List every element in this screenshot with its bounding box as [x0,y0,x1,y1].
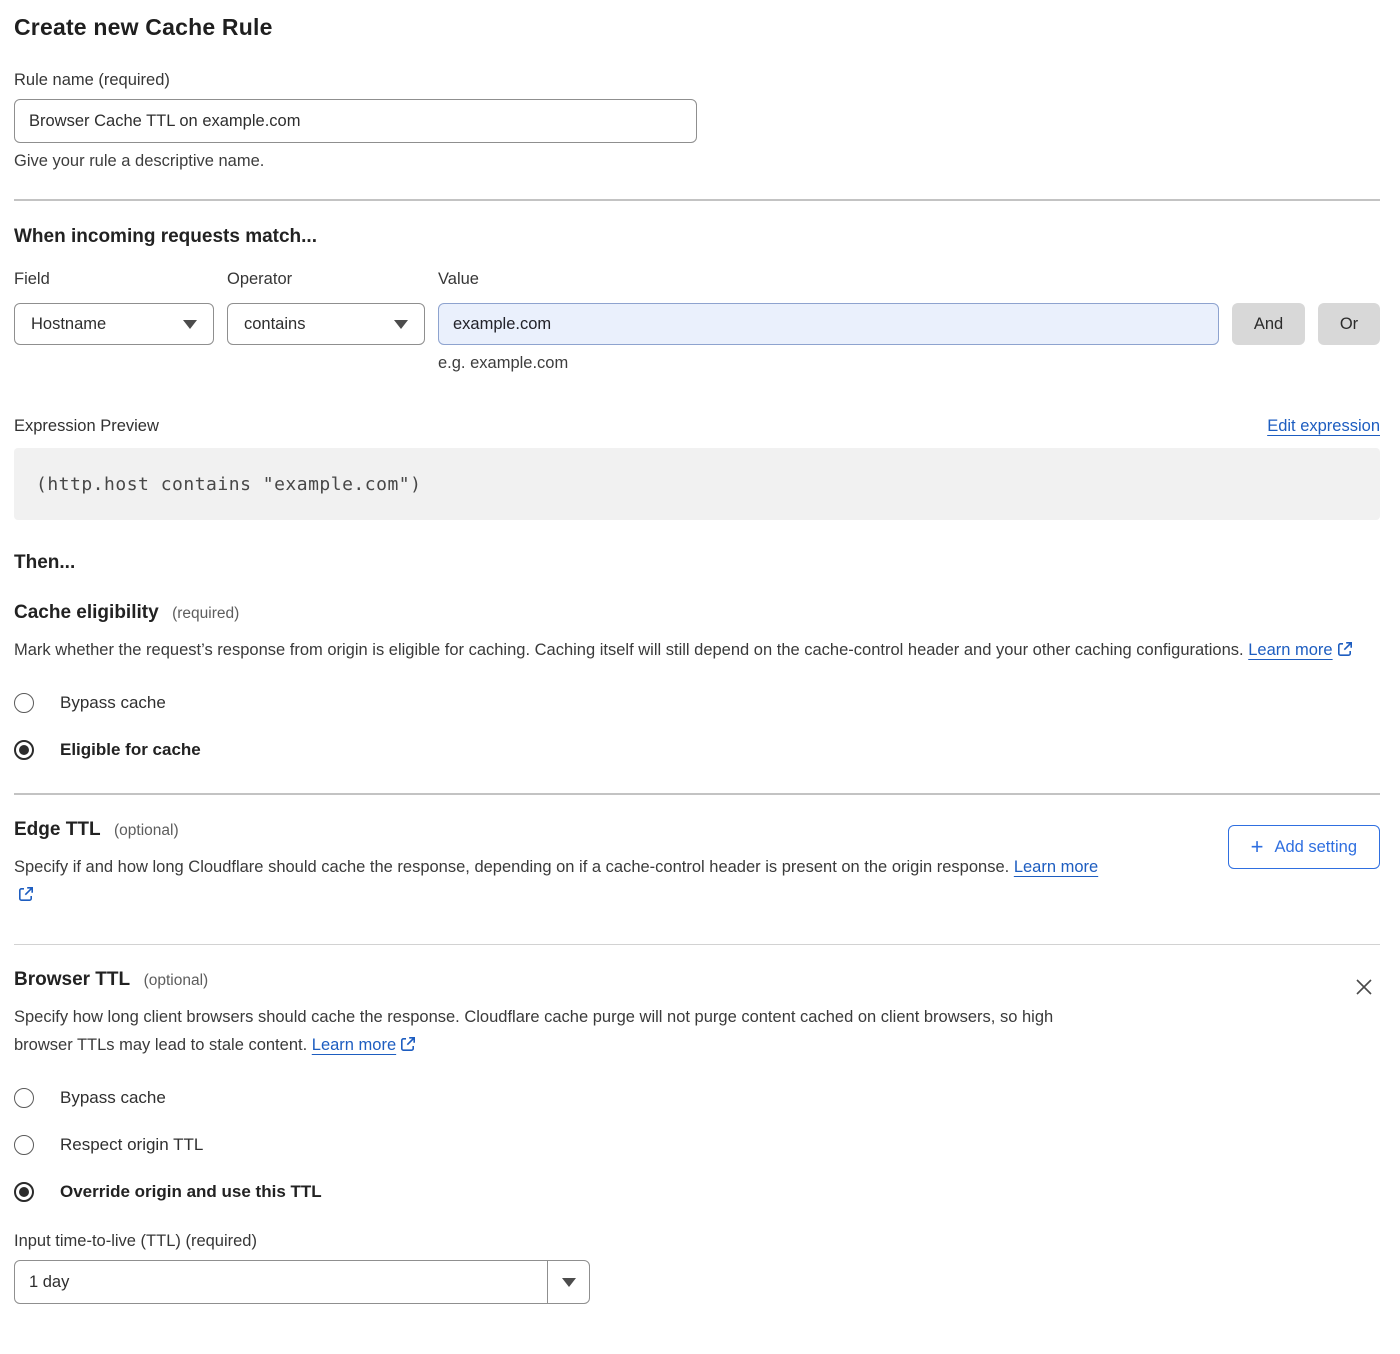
radio-label: Bypass cache [60,1088,166,1108]
radio-bypass-cache[interactable]: Bypass cache [14,693,166,713]
field-select-value: Hostname [31,315,106,334]
chevron-down-icon [562,1278,576,1287]
radio-icon [14,1135,34,1155]
learn-more-label: Learn more [312,1036,396,1054]
match-heading: When incoming requests match... [14,226,1380,248]
radio-browser-bypass-cache[interactable]: Bypass cache [14,1088,166,1108]
cache-eligibility-learn-more-link[interactable]: Learn more [1248,641,1352,659]
edge-ttl-optional-tag: (optional) [114,822,179,839]
add-setting-button[interactable]: + Add setting [1228,825,1380,869]
external-link-icon [400,1033,416,1061]
close-icon [1354,977,1374,997]
rule-name-help: Give your rule a descriptive name. [14,152,1380,171]
ttl-select-arrow-button[interactable] [547,1261,589,1303]
field-label: Field [14,270,214,289]
radio-override-origin-ttl[interactable]: Override origin and use this TTL [14,1182,322,1202]
or-button[interactable]: Or [1318,303,1380,345]
section-divider [14,793,1380,795]
edge-ttl-description-text: Specify if and how long Cloudflare shoul… [14,858,1009,876]
section-divider [14,199,1380,201]
cache-eligibility-description-text: Mark whether the request’s response from… [14,641,1244,659]
learn-more-label: Learn more [1014,858,1098,876]
edge-ttl-title: Edge TTL [14,819,101,840]
browser-ttl-description-text: Specify how long client browsers should … [14,1008,1053,1054]
section-divider [14,944,1380,945]
browser-ttl-description: Specify how long client browsers should … [14,1003,1114,1061]
browser-ttl-learn-more-link[interactable]: Learn more [312,1036,416,1054]
external-link-icon [1337,638,1353,666]
ttl-select-value: 1 day [15,1261,547,1303]
edit-expression-link[interactable]: Edit expression [1267,417,1380,436]
chevron-down-icon [183,320,197,329]
create-cache-rule-form: Create new Cache Rule Rule name (require… [0,0,1400,1324]
learn-more-label: Learn more [1248,641,1332,659]
and-button[interactable]: And [1232,303,1305,345]
browser-ttl-section: Browser TTL (optional) Specify how long … [14,969,1380,1061]
rule-name-label: Rule name (required) [14,71,1380,90]
external-link-icon [18,883,34,911]
operator-select[interactable]: contains [227,303,425,345]
cache-eligibility-title: Cache eligibility [14,602,159,623]
radio-label: Respect origin TTL [60,1135,203,1155]
expression-preview-label: Expression Preview [14,417,159,436]
radio-eligible-for-cache[interactable]: Eligible for cache [14,740,201,760]
radio-label: Eligible for cache [60,740,201,760]
expression-code: (http.host contains "example.com") [36,474,421,495]
expression-code-box: (http.host contains "example.com") [14,448,1380,520]
ttl-select[interactable]: 1 day [14,1260,590,1304]
match-row: Field Operator Value Hostname contains A… [14,270,1380,373]
edge-ttl-description: Specify if and how long Cloudflare shoul… [14,853,1114,911]
cache-eligibility-required-tag: (required) [172,605,239,622]
cache-eligibility-description: Mark whether the request’s response from… [14,636,1380,666]
radio-respect-origin-ttl[interactable]: Respect origin TTL [14,1135,203,1155]
radio-label: Bypass cache [60,693,166,713]
edge-ttl-section: Edge TTL (optional) Specify if and how l… [14,819,1380,911]
radio-label: Override origin and use this TTL [60,1182,322,1202]
browser-ttl-title: Browser TTL [14,969,130,990]
cache-eligibility-header: Cache eligibility (required) [14,602,1380,624]
add-setting-label: Add setting [1274,838,1357,857]
browser-ttl-text: Browser TTL (optional) Specify how long … [14,969,1114,1061]
page-title: Create new Cache Rule [14,14,1380,41]
operator-select-value: contains [244,315,305,334]
remove-browser-ttl-button[interactable] [1348,971,1380,1006]
value-help: e.g. example.com [438,354,1219,373]
radio-icon [14,740,34,760]
browser-ttl-optional-tag: (optional) [144,972,209,989]
then-heading: Then... [14,552,1380,574]
operator-label: Operator [227,270,425,289]
value-label: Value [438,270,1219,289]
plus-icon: + [1251,836,1264,858]
edit-expression-label: Edit expression [1267,417,1380,435]
ttl-input-label: Input time-to-live (TTL) (required) [14,1232,1380,1251]
radio-icon [14,1088,34,1108]
radio-icon [14,1182,34,1202]
chevron-down-icon [394,320,408,329]
rule-name-input[interactable] [14,99,697,143]
expression-preview-row: Expression Preview Edit expression [14,417,1380,436]
radio-icon [14,693,34,713]
value-input[interactable] [438,303,1219,345]
field-select[interactable]: Hostname [14,303,214,345]
edge-ttl-text: Edge TTL (optional) Specify if and how l… [14,819,1114,911]
